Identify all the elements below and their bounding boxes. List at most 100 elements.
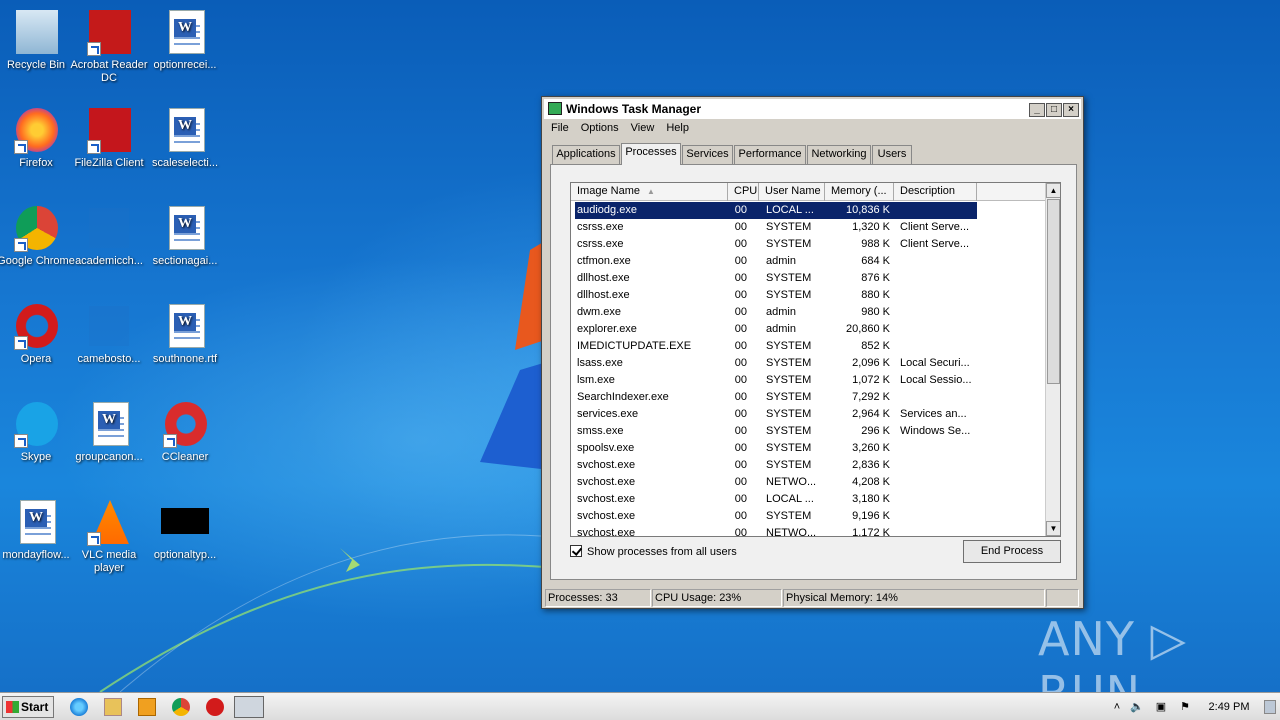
process-row[interactable]: services.exe 00 SYSTEM 2,964 K Services an..… bbox=[571, 406, 1046, 423]
word-doc-icon: W bbox=[161, 204, 209, 252]
status-bar: Processes: 33 CPU Usage: 23% Physical Me… bbox=[545, 589, 1080, 607]
desktop-icon-optionaltyp[interactable]: optionaltyp... bbox=[146, 498, 224, 562]
desktop-icon-firefox[interactable]: Firefox bbox=[0, 106, 75, 170]
show-all-users-checkbox[interactable]: Show processes from all users bbox=[570, 545, 737, 558]
process-cpu: 00 bbox=[734, 425, 747, 437]
desktop-icon-google-chrome[interactable]: Google Chrome bbox=[0, 204, 75, 268]
start-button[interactable]: Start bbox=[2, 696, 54, 718]
process-row[interactable]: svchost.exe 00 NETWO... 4,208 K bbox=[571, 474, 1046, 491]
process-row[interactable]: explorer.exe 00 admin 20,860 K bbox=[571, 321, 1046, 338]
task-manager-taskbar-button[interactable] bbox=[234, 696, 264, 718]
process-user: SYSTEM bbox=[766, 272, 812, 284]
close-button[interactable]: × bbox=[1063, 103, 1079, 117]
tab-performance[interactable]: Performance bbox=[734, 145, 806, 164]
media-player-icon[interactable] bbox=[138, 698, 156, 716]
desktop-icon-optionrecei[interactable]: Woptionrecei... bbox=[146, 8, 224, 72]
show-desktop-button[interactable] bbox=[1264, 700, 1276, 714]
word-doc-icon: W bbox=[161, 302, 209, 350]
tab-applications[interactable]: Applications bbox=[552, 145, 620, 164]
process-row[interactable]: csrss.exe 00 SYSTEM 1,320 K Client Serve... bbox=[571, 219, 1046, 236]
menu-help[interactable]: Help bbox=[660, 120, 695, 136]
list-header: Image Name ▲ CPU User Name Memory (... D… bbox=[571, 183, 1046, 201]
process-row[interactable]: csrss.exe 00 SYSTEM 988 K Client Serve... bbox=[571, 236, 1046, 253]
menu-file[interactable]: File bbox=[545, 120, 575, 136]
desktop-icon-sectionagai[interactable]: Wsectionagai... bbox=[146, 204, 224, 268]
process-row[interactable]: spoolsv.exe 00 SYSTEM 3,260 K bbox=[571, 440, 1046, 457]
column-image-name[interactable]: Image Name ▲ bbox=[571, 183, 728, 201]
process-row[interactable]: svchost.exe 00 NETWO... 1,172 K bbox=[571, 525, 1046, 537]
maximize-button[interactable]: □ bbox=[1046, 103, 1062, 117]
action-center-flag-icon[interactable]: ⚑ bbox=[1178, 700, 1192, 714]
column-user-name[interactable]: User Name bbox=[759, 183, 825, 201]
process-list[interactable]: Image Name ▲ CPU User Name Memory (... D… bbox=[570, 182, 1061, 537]
process-row[interactable]: smss.exe 00 SYSTEM 296 K Windows Se... bbox=[571, 423, 1046, 440]
tab-processes[interactable]: Processes bbox=[621, 143, 681, 165]
process-row[interactable]: dwm.exe 00 admin 980 K bbox=[571, 304, 1046, 321]
opera-taskbar-icon[interactable] bbox=[206, 698, 224, 716]
desktop-icon-scaleselecti[interactable]: Wscaleselecti... bbox=[146, 106, 224, 170]
process-name: smss.exe bbox=[577, 425, 624, 437]
process-row[interactable]: IMEDICTUPDATE.EXE 00 SYSTEM 852 K bbox=[571, 338, 1046, 355]
internet-explorer-icon[interactable] bbox=[70, 698, 88, 716]
desktop-icon-groupcanon[interactable]: Wgroupcanon... bbox=[70, 400, 148, 464]
process-row[interactable]: lsass.exe 00 SYSTEM 2,096 K Local Securi... bbox=[571, 355, 1046, 372]
desktop-icon-skype[interactable]: Skype bbox=[0, 400, 75, 464]
process-name: svchost.exe bbox=[577, 459, 636, 471]
scroll-down-button[interactable]: ▼ bbox=[1046, 521, 1060, 536]
tab-networking[interactable]: Networking bbox=[807, 145, 871, 164]
chrome-taskbar-icon[interactable] bbox=[172, 698, 190, 716]
resize-grip[interactable] bbox=[1046, 589, 1079, 607]
status-processes: Processes: 33 bbox=[545, 589, 651, 607]
process-row[interactable]: svchost.exe 00 SYSTEM 9,196 K bbox=[571, 508, 1046, 525]
tab-users[interactable]: Users bbox=[872, 145, 912, 164]
process-row[interactable]: audiodg.exe 00 LOCAL ... 10,836 K bbox=[571, 202, 1046, 219]
process-mem: 9,196 K bbox=[852, 510, 890, 522]
desktop-icon-academicch[interactable]: academicch... bbox=[70, 204, 148, 268]
process-row[interactable]: ctfmon.exe 00 admin 684 K bbox=[571, 253, 1046, 270]
task-manager-window[interactable]: Windows Task Manager _ □ × File Options Vi… bbox=[541, 96, 1084, 609]
desktop-icon-mondayflow[interactable]: Wmondayflow... bbox=[0, 498, 75, 562]
scroll-up-button[interactable]: ▲ bbox=[1046, 183, 1060, 198]
process-row[interactable]: svchost.exe 00 SYSTEM 2,836 K bbox=[571, 457, 1046, 474]
process-row[interactable]: svchost.exe 00 LOCAL ... 3,180 K bbox=[571, 491, 1046, 508]
menu-view[interactable]: View bbox=[625, 120, 661, 136]
desktop-icon-acrobat-reader-dc[interactable]: Acrobat Reader DC bbox=[70, 8, 148, 85]
network-icon[interactable]: ▣ bbox=[1154, 700, 1168, 714]
process-user: SYSTEM bbox=[766, 425, 812, 437]
desktop-icon-southnone-rtf[interactable]: Wsouthnone.rtf bbox=[146, 302, 224, 366]
process-user: LOCAL ... bbox=[766, 204, 814, 216]
desktop-icon-camebosto[interactable]: camebosto... bbox=[70, 302, 148, 366]
checkbox-checked-icon[interactable] bbox=[570, 545, 582, 557]
acrobat-icon bbox=[85, 8, 133, 56]
volume-icon[interactable]: 🔈 bbox=[1130, 700, 1144, 714]
scroll-thumb[interactable] bbox=[1047, 199, 1060, 384]
clock[interactable]: 2:49 PM bbox=[1200, 693, 1258, 720]
tab-services[interactable]: Services bbox=[682, 145, 733, 164]
process-row[interactable]: dllhost.exe 00 SYSTEM 880 K bbox=[571, 287, 1046, 304]
desktop-icon-recycle-bin[interactable]: Recycle Bin bbox=[0, 8, 75, 72]
desktop-icon-label: optionaltyp... bbox=[153, 549, 217, 561]
desktop-icon-vlc-media-player[interactable]: VLC media player bbox=[70, 498, 148, 575]
desktop-icon-label: academicch... bbox=[75, 255, 143, 267]
column-description[interactable]: Description bbox=[894, 183, 977, 201]
process-user: NETWO... bbox=[766, 527, 817, 537]
process-row[interactable]: dllhost.exe 00 SYSTEM 876 K bbox=[571, 270, 1046, 287]
column-cpu[interactable]: CPU bbox=[728, 183, 759, 201]
process-name: SearchIndexer.exe bbox=[577, 391, 669, 403]
file-explorer-icon[interactable] bbox=[104, 698, 122, 716]
process-name: dwm.exe bbox=[577, 306, 622, 318]
minimize-button[interactable]: _ bbox=[1029, 103, 1045, 117]
process-row[interactable]: SearchIndexer.exe 00 SYSTEM 7,292 K bbox=[571, 389, 1046, 406]
column-memory[interactable]: Memory (... bbox=[825, 183, 894, 201]
menu-options[interactable]: Options bbox=[575, 120, 625, 136]
desktop-icon-ccleaner[interactable]: CCleaner bbox=[146, 400, 224, 464]
process-row[interactable]: lsm.exe 00 SYSTEM 1,072 K Local Sessio... bbox=[571, 372, 1046, 389]
end-process-button[interactable]: End Process bbox=[963, 540, 1061, 563]
show-hidden-icons-icon[interactable]: ˄ bbox=[1110, 700, 1124, 714]
firefox-icon bbox=[12, 106, 60, 154]
title-bar[interactable]: Windows Task Manager _ □ × bbox=[544, 99, 1081, 119]
vertical-scrollbar[interactable]: ▲ ▼ bbox=[1045, 183, 1060, 536]
desktop-icon-filezilla-client[interactable]: FileZilla Client bbox=[70, 106, 148, 170]
desktop-icon-opera[interactable]: Opera bbox=[0, 302, 75, 366]
blank-file-icon bbox=[85, 204, 133, 252]
